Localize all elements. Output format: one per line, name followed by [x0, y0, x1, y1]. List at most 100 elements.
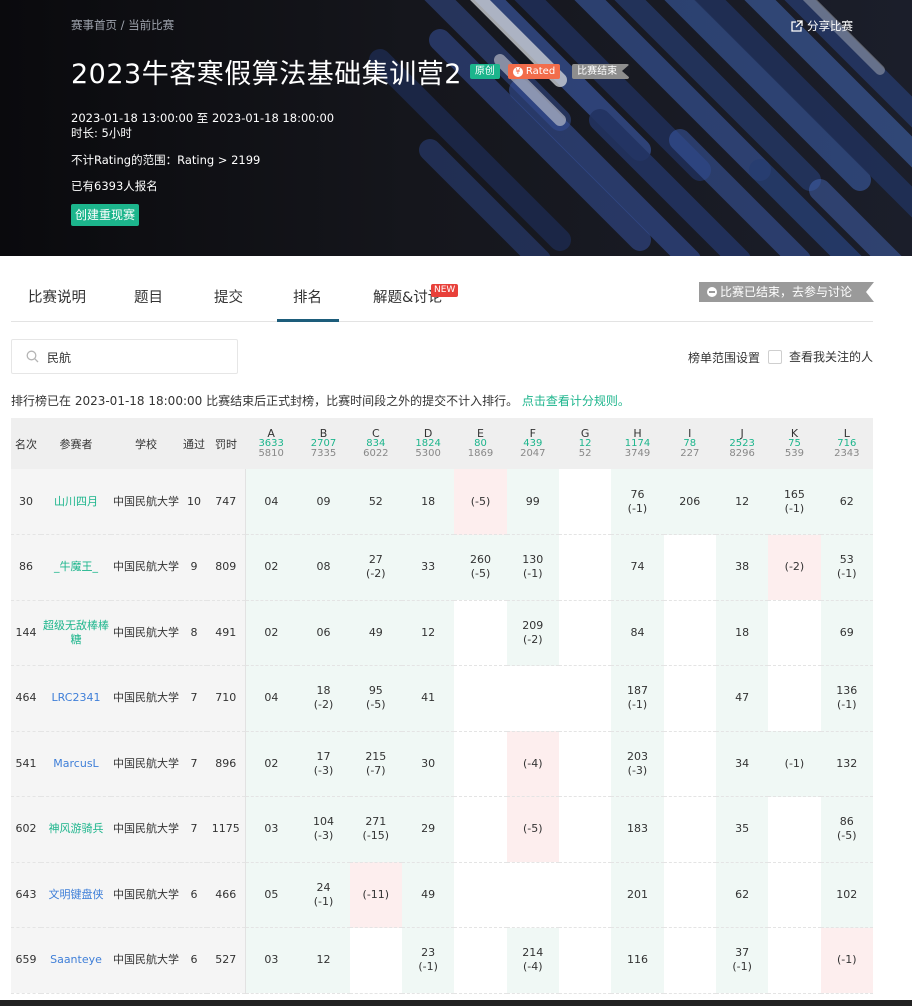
result-time: (-5) — [523, 822, 543, 836]
problem-result-cell: 09 — [297, 469, 350, 535]
tab-description[interactable]: 比赛说明 — [28, 286, 86, 307]
follow-label: 查看我关注的人 — [789, 350, 874, 364]
team-name-link[interactable]: _牛魔王_ — [54, 560, 98, 573]
problem-result-cell: 209 (-2) — [506, 600, 559, 666]
problem-result-cell: 35 — [715, 796, 769, 863]
problem-result-cell: 76 (-1) — [611, 469, 664, 535]
result-time: 17 — [316, 749, 331, 763]
tab-problems[interactable]: 题目 — [134, 286, 163, 307]
table-row: 144 超级无敌棒棒糖 中国民航大学 8 491 02 06 49 12 209 (-2) 84 18 6… — [11, 600, 873, 666]
problem-result-cell — [663, 731, 716, 797]
problem-result-cell: (-5) — [506, 796, 559, 863]
search-input[interactable] — [47, 347, 227, 367]
tab-ranking[interactable]: 排名 — [293, 286, 322, 307]
team-cell: 文明键盘侠 — [41, 862, 111, 928]
team-name-link[interactable]: 神风游骑兵 — [49, 822, 104, 835]
problem-result-cell: 49 — [349, 600, 402, 666]
problem-result-cell: 130 (-1) — [506, 534, 559, 601]
go-discuss-button[interactable]: 比赛已结束，去参与讨论 — [699, 282, 874, 302]
team-name-link[interactable]: LRC2341 — [52, 691, 101, 704]
problem-header-h[interactable]: H 1174 3749 — [611, 418, 664, 469]
result-time: 06 — [316, 625, 331, 639]
attempt-count: 539 — [784, 448, 804, 459]
problem-header-d[interactable]: D 1824 5300 — [401, 418, 455, 469]
problem-header-f[interactable]: F 439 2047 — [506, 418, 559, 469]
result-time: 69 — [839, 625, 854, 639]
solved-cell: 7 — [181, 665, 207, 732]
table-row: 643 文明键盘侠 中国民航大学 6 466 05 24 (-1) (-11) 49 201 62 10… — [11, 862, 873, 928]
result-time: 35 — [735, 822, 750, 836]
problem-result-cell: 18 — [401, 469, 455, 535]
penalty-cell: 710 — [207, 665, 246, 732]
result-time: 49 — [368, 625, 383, 639]
problem-header-g[interactable]: G 12 52 — [558, 418, 612, 469]
problem-header-e[interactable]: E 80 1869 — [454, 418, 507, 469]
attempt-count: 5300 — [415, 448, 441, 459]
school-cell[interactable]: 中国民航大学 — [111, 731, 181, 797]
result-time: (-1) — [837, 953, 857, 967]
problem-header-i[interactable]: I 78 227 — [663, 418, 716, 469]
problem-result-cell: 03 — [245, 796, 298, 863]
attempt-count: 2343 — [834, 448, 860, 459]
team-name-link[interactable]: MarcusL — [53, 757, 98, 770]
team-name-link[interactable]: 山川四月 — [54, 495, 98, 508]
wrong-attempts: (-1) — [732, 960, 752, 974]
problem-header-l[interactable]: L 716 2343 — [820, 418, 873, 469]
school-cell[interactable]: 中国民航大学 — [111, 927, 181, 994]
problem-result-cell: 203 (-3) — [611, 731, 664, 797]
problem-result-cell: 165 (-1) — [768, 469, 821, 535]
school-cell[interactable]: 中国民航大学 — [111, 600, 181, 666]
rank-cell: 86 — [11, 534, 41, 601]
result-time: 30 — [421, 756, 436, 770]
col-team: 参赛者 — [41, 418, 111, 469]
problem-header-j[interactable]: J 2523 8296 — [715, 418, 769, 469]
problem-result-cell: 95 (-5) — [349, 665, 402, 732]
share-contest-button[interactable]: 分享比赛 — [790, 18, 853, 34]
rank-cell: 464 — [11, 665, 41, 732]
result-time: 116 — [626, 953, 648, 967]
table-row: 659 Saanteye 中国民航大学 6 527 03 12 23 (-1) 214 (-4) 11… — [11, 927, 873, 994]
follow-filter[interactable]: 查看我关注的人 — [768, 348, 873, 365]
table-row: 602 神风游骑兵 中国民航大学 7 1175 03 104 (-3) 271 (-15) 29 (-… — [11, 796, 873, 863]
school-cell[interactable]: 中国民航大学 — [111, 862, 181, 928]
problem-result-cell: 27 (-2) — [349, 534, 402, 601]
team-name-link[interactable]: 超级无敌棒棒糖 — [43, 619, 109, 646]
school-cell[interactable]: 中国民航大学 — [111, 796, 181, 863]
scoring-rules-link[interactable]: 点击查看计分规则。 — [522, 394, 630, 408]
problem-result-cell: 34 — [715, 731, 769, 797]
problem-result-cell: 271 (-15) — [349, 796, 402, 863]
table-header-row: 名次 参赛者 学校 通过 罚时 A 3633 5810 B 2707 7335 C 834 60… — [11, 418, 873, 469]
problem-result-cell: 53 (-1) — [820, 534, 873, 601]
result-time: 02 — [264, 756, 279, 770]
problem-header-b[interactable]: B 2707 7335 — [297, 418, 350, 469]
school-cell[interactable]: 中国民航大学 — [111, 469, 181, 535]
problem-header-k[interactable]: K 75 539 — [768, 418, 821, 469]
problem-result-cell — [454, 665, 507, 732]
team-name-link[interactable]: Saanteye — [50, 953, 102, 966]
result-time: 12 — [421, 625, 436, 639]
team-name-link[interactable]: 文明键盘侠 — [49, 888, 104, 901]
problem-result-cell: 69 — [820, 600, 873, 666]
problem-result-cell: 215 (-7) — [349, 731, 402, 797]
wrong-attempts: (-1) — [418, 960, 438, 974]
result-time: 47 — [735, 691, 750, 705]
problem-header-c[interactable]: C 834 6022 — [349, 418, 402, 469]
result-time: 86 — [839, 815, 854, 829]
result-time: 62 — [735, 887, 750, 901]
problem-result-cell: 132 — [820, 731, 873, 797]
problem-header-a[interactable]: A 3633 5810 — [245, 418, 298, 469]
school-cell[interactable]: 中国民航大学 — [111, 534, 181, 601]
follow-checkbox[interactable] — [768, 349, 782, 364]
ranking-table: 名次 参赛者 学校 通过 罚时 A 3633 5810 B 2707 7335 C 834 60… — [11, 418, 873, 994]
wrong-attempts: (-3) — [313, 763, 334, 777]
problem-result-cell — [454, 731, 507, 797]
breadcrumb[interactable]: 赛事首页 / 当前比赛 — [71, 17, 174, 33]
col-school: 学校 — [111, 418, 181, 469]
tab-submissions[interactable]: 提交 — [214, 286, 243, 307]
school-cell[interactable]: 中国民航大学 — [111, 665, 181, 732]
go-discuss-label: 比赛已结束，去参与讨论 — [720, 285, 853, 299]
create-replay-button[interactable]: 创建重现赛 — [71, 204, 140, 226]
result-time: 02 — [264, 625, 279, 639]
ranking-range-setting[interactable]: 榜单范围设置 — [688, 349, 760, 366]
problem-result-cell: 04 — [245, 469, 298, 535]
